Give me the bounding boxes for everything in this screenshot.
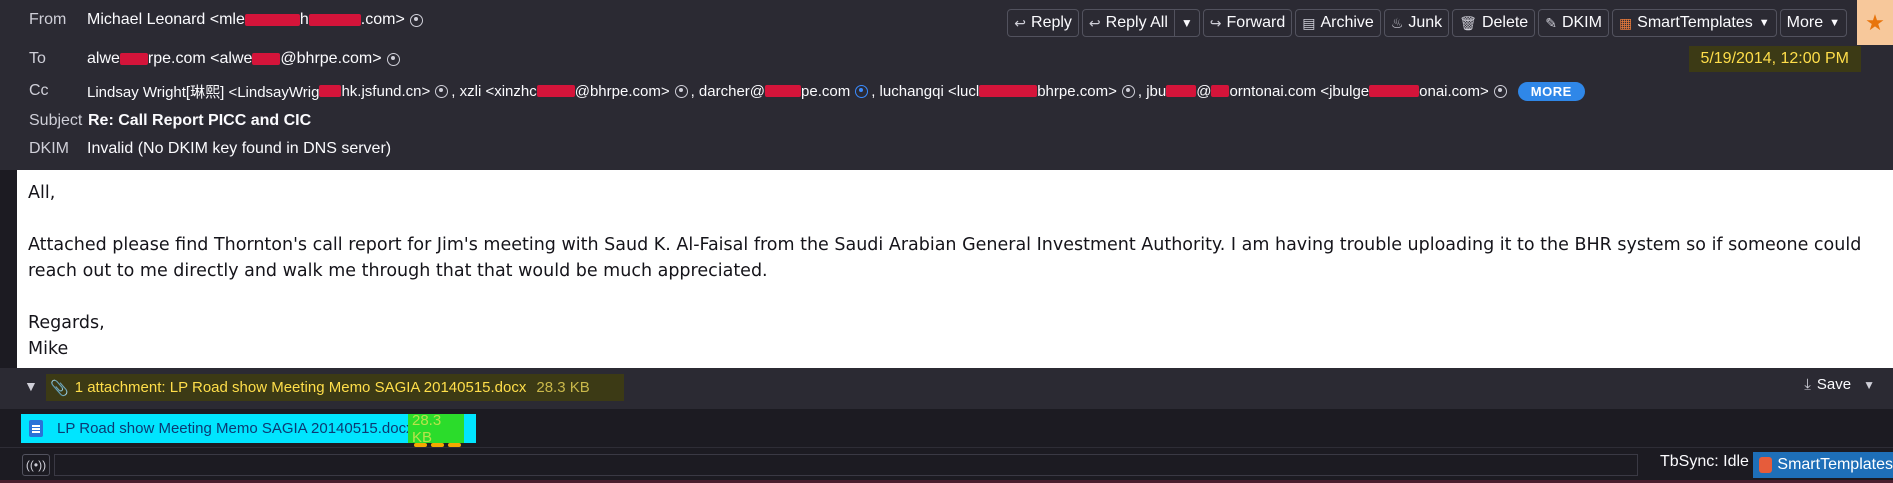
reply-all-icon: ↩ bbox=[1088, 14, 1101, 31]
redaction bbox=[252, 53, 281, 65]
paperclip-icon: 📎 bbox=[50, 379, 69, 397]
dkim-button[interactable]: ✎ DKIM bbox=[1538, 9, 1609, 37]
dkim-icon: ✎ bbox=[1545, 14, 1557, 31]
archive-button[interactable]: ▤ Archive bbox=[1295, 9, 1381, 37]
cc-label: Cc bbox=[29, 82, 49, 99]
redaction bbox=[536, 85, 575, 97]
smart-templates-status[interactable]: SmartTemplates bbox=[1753, 452, 1893, 478]
redaction bbox=[319, 85, 342, 97]
attachment-summary[interactable]: 📎 1 attachment: LP Road show Meeting Mem… bbox=[46, 374, 624, 401]
redaction bbox=[308, 14, 361, 26]
message-header: From Michael Leonard <mle h .com> To alw… bbox=[0, 0, 1893, 170]
redaction bbox=[119, 53, 148, 65]
reply-icon: ↩ bbox=[1014, 14, 1027, 31]
tbsync-status[interactable]: TbSync: Idle bbox=[1660, 453, 1749, 471]
redaction bbox=[1166, 85, 1197, 97]
to-value[interactable]: alwe rpe.com <alwe @bhrpe.com> bbox=[87, 50, 403, 68]
forward-icon: ↪ bbox=[1209, 14, 1222, 31]
reply-all-main[interactable]: ↩ Reply All bbox=[1083, 10, 1174, 36]
attachment-size: 28.3 KB bbox=[408, 412, 464, 446]
archive-icon: ▤ bbox=[1302, 14, 1316, 31]
contact-icon[interactable] bbox=[435, 84, 449, 98]
redaction bbox=[244, 14, 300, 26]
chevron-down-icon[interactable]: ▼ bbox=[1173, 10, 1199, 36]
reply-all-button[interactable]: ↩ Reply All ▼ bbox=[1081, 9, 1200, 37]
from-value[interactable]: Michael Leonard <mle h .com> bbox=[87, 11, 426, 29]
dkim-value: Invalid (No DKIM key found in DNS server… bbox=[87, 140, 392, 157]
trash-icon: 🗑 bbox=[1459, 14, 1477, 31]
smart-templates-icon bbox=[1759, 457, 1773, 473]
forward-button[interactable]: ↪ Forward bbox=[1202, 9, 1293, 37]
save-attachments-button[interactable]: ⤓ Save ▼ bbox=[1804, 376, 1875, 393]
message-date: 5/19/2014, 12:00 PM bbox=[1689, 46, 1861, 72]
signature: Mike bbox=[28, 339, 69, 359]
redaction bbox=[1211, 85, 1230, 97]
delete-button[interactable]: 🗑 Delete bbox=[1452, 9, 1536, 37]
contact-icon[interactable] bbox=[1121, 84, 1135, 98]
smart-templates-icon: ▦ bbox=[1618, 14, 1633, 31]
contact-icon[interactable] bbox=[409, 13, 423, 27]
contact-icon[interactable] bbox=[1493, 84, 1507, 98]
body-paragraph: Attached please find Thornton's call rep… bbox=[28, 235, 1862, 281]
download-icon: ⤓ bbox=[1804, 376, 1811, 393]
chevron-down-icon: ▼ bbox=[1758, 17, 1770, 29]
chevron-down-icon[interactable]: ▼ bbox=[1863, 378, 1875, 392]
subject-label: Subject bbox=[29, 112, 83, 129]
contact-icon[interactable] bbox=[386, 52, 400, 66]
from-label: From bbox=[29, 11, 67, 28]
status-text-area bbox=[54, 454, 1638, 476]
chevron-down-icon: ▼ bbox=[1829, 17, 1840, 29]
to-label: To bbox=[29, 50, 46, 67]
contact-icon[interactable] bbox=[855, 84, 869, 98]
attachment-item[interactable]: LP Road show Meeting Memo SAGIA 20140515… bbox=[21, 412, 476, 447]
star-icon[interactable]: ★ bbox=[1857, 0, 1893, 45]
chevron-down-icon[interactable]: ▼ bbox=[24, 378, 38, 394]
redaction bbox=[979, 85, 1038, 97]
smart-templates-button[interactable]: ▦ SmartTemplates ▼ bbox=[1611, 9, 1777, 37]
junk-icon: ♨ bbox=[1390, 14, 1404, 31]
online-status-icon[interactable]: ((•)) bbox=[22, 454, 50, 476]
closing: Regards, bbox=[28, 313, 105, 333]
attachment-bar: ▼ 📎 1 attachment: LP Road show Meeting M… bbox=[0, 368, 1893, 409]
subject-value: Re: Call Report PICC and CIC bbox=[88, 112, 312, 129]
junk-button[interactable]: ♨ Junk bbox=[1383, 9, 1450, 37]
reply-button[interactable]: ↩ Reply bbox=[1007, 9, 1079, 37]
cc-value[interactable]: Lindsay Wright[琳熙] <LindsayWrig hk.jsfun… bbox=[87, 81, 1585, 102]
word-document-icon bbox=[29, 420, 43, 437]
redaction bbox=[765, 85, 802, 97]
status-bar: ((•)) TbSync: Idle SmartTemplates bbox=[0, 447, 1893, 483]
redaction bbox=[1369, 85, 1420, 97]
greeting: All, bbox=[28, 183, 56, 203]
message-toolbar: ↩ Reply ↩ Reply All ▼ ↪ Forward ▤ Archiv… bbox=[1007, 9, 1847, 37]
more-recipients-button[interactable]: MORE bbox=[1517, 81, 1585, 101]
contact-icon[interactable] bbox=[674, 84, 688, 98]
dkim-label: DKIM bbox=[29, 140, 69, 157]
attachment-list: LP Road show Meeting Memo SAGIA 20140515… bbox=[0, 409, 1893, 447]
message-body: All, Attached please find Thornton's cal… bbox=[17, 170, 1893, 368]
more-button[interactable]: More ▼ bbox=[1779, 9, 1847, 37]
